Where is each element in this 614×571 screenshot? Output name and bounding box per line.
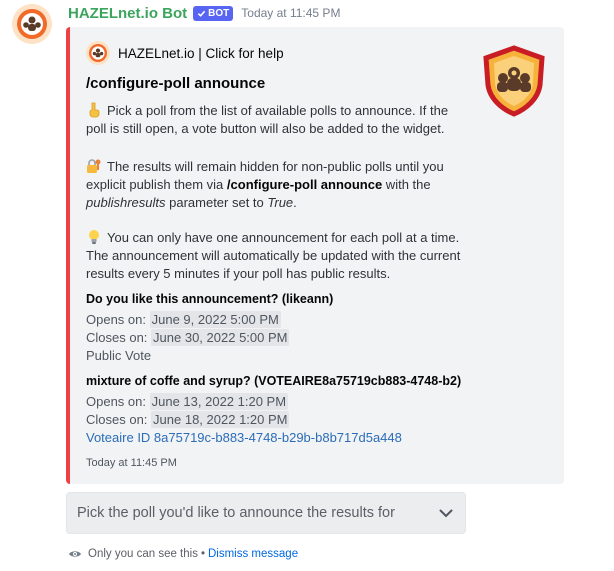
closes-value: June 30, 2022 5:00 PM — [151, 329, 290, 346]
lock-key-icon — [87, 159, 101, 173]
opens-value: June 9, 2022 5:00 PM — [149, 311, 281, 328]
poll-field-name: mixture of coffe and syrup? (VOTEAIRE8a7… — [86, 374, 462, 388]
poll-opens-row: Opens on: June 9, 2022 5:00 PM — [86, 311, 281, 329]
description-paragraph-2: The results will remain hidden for non-p… — [86, 158, 466, 212]
closes-value: June 18, 2022 1:20 PM — [151, 411, 290, 428]
poll-opens-row: Opens on: June 13, 2022 1:20 PM — [86, 393, 289, 411]
paragraph-2-command: /configure-poll announce — [226, 177, 383, 192]
shield-logo-icon — [483, 45, 545, 117]
ephemeral-separator: • — [200, 548, 205, 560]
paragraph-2-text-mid: with the — [382, 177, 431, 192]
embed: HAZELnet.io | Click for help /configure-… — [66, 27, 564, 484]
poll-select-dropdown[interactable]: Pick the poll you'd like to announce the… — [66, 492, 466, 534]
description-paragraph-1: Pick a poll from the list of available p… — [86, 102, 466, 138]
paragraph-2-text-after: parameter set to — [165, 195, 268, 210]
verified-check-icon — [197, 10, 206, 17]
chevron-down-icon — [439, 509, 453, 517]
embed-author[interactable]: HAZELnet.io | Click for help — [86, 41, 284, 65]
select-placeholder: Pick the poll you'd like to announce the… — [77, 505, 395, 521]
poll-closes-row: Closes on: June 30, 2022 5:00 PM — [86, 329, 290, 347]
poll-closes-row: Closes on: June 18, 2022 1:20 PM — [86, 411, 290, 429]
author-icon — [86, 41, 110, 65]
lightbulb-icon — [89, 230, 99, 244]
paragraph-3-text: You can only have one announcement for e… — [86, 230, 461, 281]
bot-tag-label: BOT — [208, 7, 230, 19]
embed-title: /configure-poll announce — [86, 75, 266, 92]
paragraph-1-text: Pick a poll from the list of available p… — [86, 103, 449, 136]
message-timestamp[interactable]: Today at 11:45 PM — [241, 6, 340, 20]
paragraph-2-text-end: . — [293, 195, 297, 210]
bot-avatar[interactable] — [12, 4, 52, 44]
embed-thumbnail[interactable] — [478, 45, 550, 117]
dismiss-message-link[interactable]: Dismiss message — [208, 548, 298, 560]
opens-label: Opens on: — [86, 394, 146, 409]
embed-footer-timestamp: Today at 11:45 PM — [86, 457, 177, 469]
poll-visibility: Public Vote — [86, 348, 152, 363]
embed-author-name: HAZELnet.io | Click for help — [118, 45, 284, 61]
description-paragraph-3: You can only have one announcement for e… — [86, 229, 466, 283]
ephemeral-notice: Only you can see this • Dismiss message — [68, 548, 298, 560]
username[interactable]: HAZELnet.io Bot — [68, 5, 187, 22]
opens-value: June 13, 2022 1:20 PM — [149, 393, 289, 410]
message-header: HAZELnet.io Bot BOT Today at 11:45 PM — [68, 3, 340, 23]
poll-field-name: Do you like this announcement? (likeann) — [86, 292, 334, 306]
bot-message: HAZELnet.io Bot BOT Today at 11:45 PM HA… — [0, 0, 614, 571]
point-down-icon — [89, 102, 100, 118]
ephemeral-text: Only you can see this — [88, 548, 198, 560]
paragraph-2-param: publishresults — [86, 195, 166, 210]
closes-label: Closes on: — [86, 412, 148, 427]
opens-label: Opens on: — [86, 312, 146, 327]
paragraph-2-value: True — [267, 195, 294, 210]
bot-tag: BOT — [193, 5, 234, 21]
closes-label: Closes on: — [86, 330, 148, 345]
eye-icon — [69, 551, 81, 557]
voteaire-id-link[interactable]: Voteaire ID 8a75719c-b883-4748-b29b-b8b7… — [86, 429, 402, 447]
